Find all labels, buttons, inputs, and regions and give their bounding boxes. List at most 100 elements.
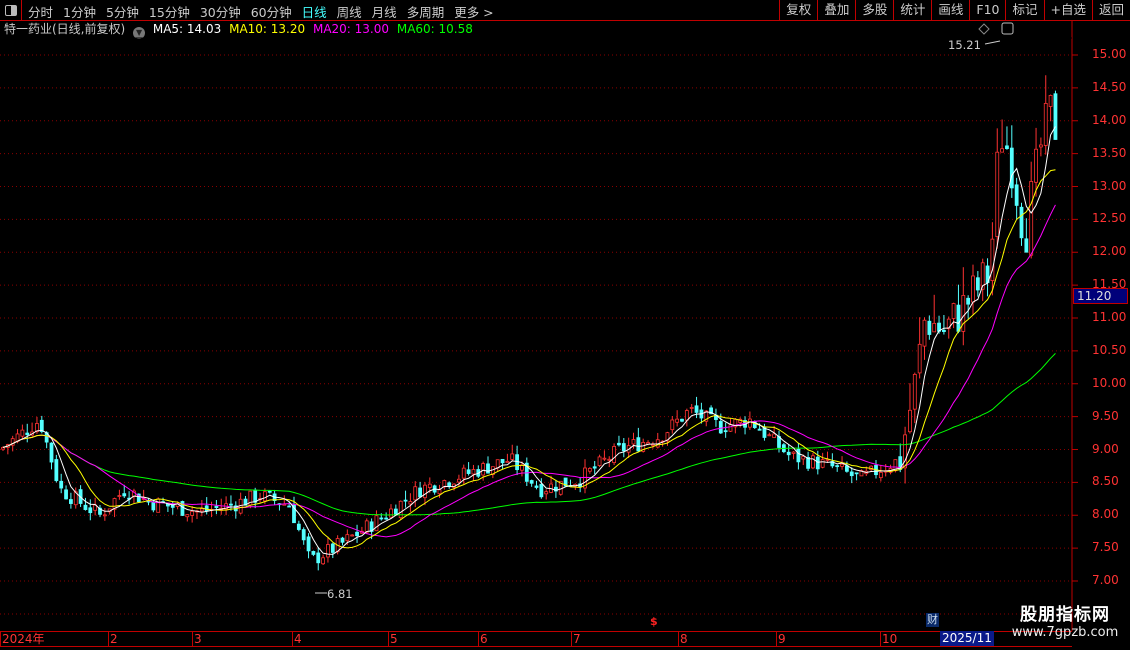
price-tick-label: 7.00 bbox=[1092, 573, 1119, 587]
candle-up bbox=[544, 491, 549, 495]
candle-down bbox=[835, 465, 840, 468]
candle-down bbox=[796, 448, 801, 463]
candle-down bbox=[296, 523, 301, 530]
candle-up bbox=[801, 456, 806, 460]
candle-down bbox=[88, 507, 93, 514]
candle-up bbox=[345, 534, 350, 542]
finance-event-marker[interactable]: 财 bbox=[926, 613, 939, 627]
candle-down bbox=[69, 499, 73, 504]
candle-down bbox=[680, 418, 684, 422]
candle-up bbox=[471, 469, 476, 475]
month-label: 5 bbox=[388, 632, 398, 646]
candle-up bbox=[437, 489, 442, 495]
candle-down bbox=[301, 529, 306, 541]
candle-down bbox=[355, 531, 359, 537]
candle-up bbox=[1043, 103, 1048, 146]
candle-down bbox=[1005, 145, 1009, 149]
candle-down bbox=[418, 487, 423, 498]
candle-down bbox=[49, 442, 54, 463]
candle-down bbox=[122, 493, 127, 497]
candle-down bbox=[534, 485, 539, 488]
month-label: 2 bbox=[108, 632, 118, 646]
candle-up bbox=[917, 343, 922, 374]
candle-down bbox=[1019, 206, 1024, 239]
candle-down bbox=[403, 499, 408, 502]
candle-up bbox=[990, 238, 995, 281]
candle-up bbox=[505, 460, 510, 463]
price-tick-label: 11.00 bbox=[1092, 310, 1127, 324]
candle-down bbox=[64, 489, 68, 500]
candle-up bbox=[748, 418, 752, 428]
candle-down bbox=[340, 537, 345, 543]
candle-up bbox=[427, 483, 432, 488]
candle-up bbox=[520, 464, 524, 471]
price-tick-label: 7.50 bbox=[1092, 540, 1119, 555]
candle-up bbox=[413, 486, 418, 501]
candle-up bbox=[321, 557, 326, 565]
month-label: 4 bbox=[292, 632, 302, 646]
candle-down bbox=[486, 463, 490, 474]
candle-down bbox=[723, 430, 728, 433]
candle-up bbox=[364, 520, 369, 533]
panel-icon bbox=[1001, 22, 1014, 35]
candle-up bbox=[408, 501, 413, 505]
candle-down bbox=[975, 277, 980, 291]
candle-up bbox=[995, 151, 1000, 237]
candle-up bbox=[971, 275, 975, 303]
diamond-icon bbox=[978, 23, 990, 35]
candle-up bbox=[607, 458, 612, 461]
price-tick-label: 13.50 bbox=[1092, 145, 1127, 160]
candle-up bbox=[840, 463, 844, 467]
candle-down bbox=[384, 517, 389, 520]
price-tick-label: 10.00 bbox=[1092, 375, 1127, 390]
candle-down bbox=[311, 551, 316, 555]
month-label: 8 bbox=[678, 632, 688, 646]
price-tick-label: 15.00 bbox=[1092, 47, 1127, 61]
candle-down bbox=[636, 437, 641, 452]
month-label: 6 bbox=[478, 632, 488, 646]
candle-down bbox=[617, 442, 621, 446]
candle-down bbox=[1053, 93, 1058, 140]
time-axis-end-label: 2025/11 bbox=[940, 631, 994, 646]
candle-up bbox=[102, 514, 107, 517]
candlestick-chart[interactable] bbox=[0, 0, 1130, 650]
candle-down bbox=[849, 471, 854, 477]
candle-up bbox=[1, 447, 5, 450]
candle-up bbox=[423, 484, 427, 499]
candle-down bbox=[59, 480, 64, 489]
month-label: 7 bbox=[571, 632, 581, 646]
candle-down bbox=[815, 456, 820, 470]
candle-up bbox=[1000, 148, 1004, 153]
candle-down bbox=[229, 503, 233, 506]
candle-down bbox=[956, 304, 961, 332]
candle-up bbox=[587, 468, 592, 472]
candle-down bbox=[500, 458, 505, 464]
month-label: 2024年 bbox=[0, 632, 45, 646]
signal-marker: $ bbox=[650, 615, 658, 628]
candle-up bbox=[262, 491, 267, 502]
candle-up bbox=[456, 478, 461, 483]
candle-down bbox=[54, 459, 59, 482]
candle-down bbox=[447, 482, 452, 487]
ma60-line bbox=[2, 352, 1056, 516]
candle-up bbox=[932, 322, 937, 333]
candle-down bbox=[306, 536, 311, 552]
candle-up bbox=[1034, 148, 1038, 183]
candle-down bbox=[694, 405, 699, 413]
watermark-url: www.7gpzb.com bbox=[1011, 625, 1119, 640]
candle-up bbox=[510, 453, 515, 460]
price-tick-label: 13.00 bbox=[1092, 178, 1127, 193]
candle-down bbox=[379, 517, 384, 520]
candle-down bbox=[1014, 184, 1019, 206]
candle-up bbox=[631, 439, 636, 445]
candle-up bbox=[1039, 144, 1043, 148]
price-tick-label: 8.50 bbox=[1092, 474, 1119, 489]
candle-up bbox=[20, 429, 25, 437]
candle-up bbox=[350, 534, 355, 537]
price-tick-label: 14.00 bbox=[1092, 112, 1127, 127]
price-tick-label: 9.00 bbox=[1092, 441, 1119, 456]
candle-up bbox=[602, 457, 607, 460]
candle-up bbox=[461, 467, 466, 479]
candle-up bbox=[156, 498, 161, 513]
candle-up bbox=[190, 511, 195, 516]
